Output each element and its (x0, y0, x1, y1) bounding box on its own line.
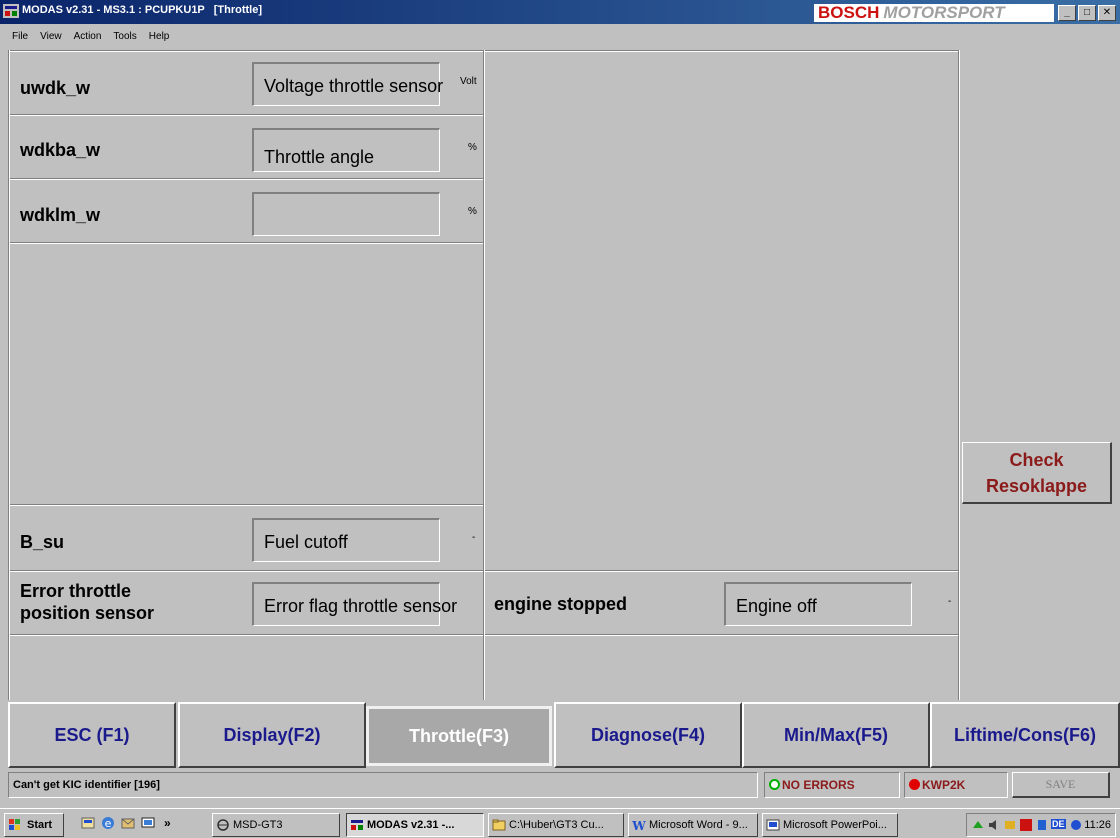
red-status-icon (909, 779, 920, 790)
value-field-uwdk-w: Voltage throttle sensor (252, 62, 443, 106)
system-tray: DE 11:26 (966, 813, 1116, 837)
status-message: Can't get KIC identifier [196] (8, 772, 758, 798)
var-label-line: Error throttle (20, 581, 132, 601)
tray-antivirus-icon[interactable] (1019, 818, 1033, 832)
show-desktop-icon[interactable] (80, 815, 96, 831)
tray-app-icon[interactable] (971, 818, 985, 832)
unit-engine-stopped: - (948, 596, 952, 607)
error-status: NO ERRORS (764, 772, 900, 798)
quick-launch-chevron[interactable]: » (164, 815, 171, 835)
taskbar-item-label: MODAS v2.31 -... (367, 819, 455, 831)
unit-wdkba-w: % (468, 142, 477, 153)
var-label-line: position sensor (20, 603, 155, 623)
modas-app-icon (351, 820, 363, 830)
internet-explorer-icon[interactable]: e (100, 815, 116, 831)
network-icon (217, 819, 229, 831)
tray-network-icon[interactable] (1003, 818, 1017, 832)
word-icon: W (632, 819, 646, 832)
divider (8, 504, 484, 506)
var-label-engine-stopped: engine stopped (494, 594, 628, 614)
desktop-icon[interactable] (140, 815, 156, 831)
taskbar-item-label: Microsoft Word - 9... (649, 819, 748, 831)
menu-help[interactable]: Help (149, 28, 170, 46)
menu-file[interactable]: File (12, 28, 28, 46)
taskbar-item-label: Microsoft PowerPoi... (783, 819, 887, 831)
menu-view[interactable]: View (40, 28, 62, 46)
divider (8, 178, 484, 180)
taskbar-item-label: MSD-GT3 (233, 819, 283, 831)
close-button[interactable]: ✕ (1098, 5, 1116, 21)
title-bar[interactable]: MODAS v2.31 - MS3.1 : PCUPKU1P [Throttle… (0, 0, 1120, 24)
windows-logo-icon (9, 819, 20, 830)
value-field-engine-off: Engine off (724, 582, 912, 626)
divider (8, 50, 10, 700)
value-field-b-su: Fuel cutoff (252, 518, 440, 562)
taskbar-item-word[interactable]: W Microsoft Word - 9... (628, 813, 758, 837)
minimize-button[interactable]: _ (1058, 5, 1076, 21)
status-bar: Can't get KIC identifier [196] NO ERRORS… (8, 770, 1112, 800)
check-button-line: Check (1009, 450, 1064, 470)
check-resoklappe-button[interactable]: Check Resoklappe (962, 442, 1112, 504)
outlook-icon[interactable] (120, 815, 136, 831)
display-f2-button[interactable]: Display(F2) (178, 702, 366, 768)
app-icon (3, 4, 19, 18)
esc-f1-button[interactable]: ESC (F1) (8, 702, 176, 768)
brand-motorsport: MOTORSPORT (883, 3, 1005, 22)
taskbar-item-modas[interactable]: MODAS v2.31 -... (346, 813, 484, 837)
var-label-uwdk-w: uwdk_w (20, 78, 91, 98)
svg-text:e: e (105, 817, 112, 830)
taskbar-item-msd-gt3[interactable]: MSD-GT3 (212, 813, 340, 837)
taskbar-item-powerpoint[interactable]: Microsoft PowerPoi... (762, 813, 898, 837)
powerpoint-icon (766, 819, 780, 831)
unit-uwdk-w: Volt (460, 76, 477, 87)
window-title: MODAS v2.31 - MS3.1 : PCUPKU1P [Throttle… (22, 4, 263, 16)
volume-icon[interactable] (987, 818, 1001, 832)
taskbar-item-label: C:\Huber\GT3 Cu... (509, 819, 604, 831)
green-status-icon (769, 779, 780, 790)
value-field-wdkba-w: Throttle angle (252, 128, 440, 172)
start-label: Start (27, 819, 53, 831)
quick-launch: e » (80, 815, 171, 835)
throttle-f3-button[interactable]: Throttle(F3) (366, 706, 552, 766)
save-button[interactable]: SAVE (1012, 772, 1110, 798)
keyboard-language-indicator[interactable]: DE (1051, 819, 1066, 829)
var-label-wdklm-w: wdklm_w (20, 205, 101, 225)
var-label-b-su: B_su (20, 532, 65, 552)
check-button-line: Resoklappe (985, 476, 1088, 496)
tray-shield-icon[interactable] (1069, 818, 1083, 832)
function-key-bar: ESC (F1) Display(F2) Throttle(F3) Diagno… (8, 702, 1120, 768)
folder-icon (492, 819, 506, 831)
taskbar-clock[interactable]: 11:26 (1084, 819, 1111, 831)
var-label-error-throttle-position-sensor: Error throttle position sensor (20, 580, 154, 624)
tray-usb-icon[interactable] (1035, 818, 1049, 832)
start-button[interactable]: Start (4, 813, 64, 837)
divider (958, 50, 960, 700)
diagnose-f4-button[interactable]: Diagnose(F4) (554, 702, 742, 768)
bosch-motorsport-logo: BOSCH MOTORSPORT (814, 4, 1054, 22)
menu-action[interactable]: Action (74, 28, 102, 46)
minmax-f5-button[interactable]: Min/Max(F5) (742, 702, 930, 768)
value-field-wdklm-w (252, 192, 440, 236)
lifetime-cons-f6-button[interactable]: Liftime/Cons(F6) (930, 702, 1120, 768)
value-field-error-flag-throttle-sensor: Error flag throttle sensor (252, 582, 457, 626)
modas-window: MODAS v2.31 - MS3.1 : PCUPKU1P [Throttle… (0, 0, 1120, 838)
svg-text:W: W (632, 819, 646, 832)
throttle-panel: uwdk_w Voltage throttle sensor Volt wdkb… (8, 50, 1120, 700)
unit-wdklm-w: % (468, 206, 477, 217)
divider (8, 114, 484, 116)
protocol-status-text: KWP2K (922, 778, 966, 792)
menu-tools[interactable]: Tools (113, 28, 136, 46)
protocol-status: KWP2K (904, 772, 1008, 798)
maximize-button[interactable]: □ (1078, 5, 1096, 21)
divider (483, 50, 485, 700)
unit-b-su: - (472, 532, 476, 543)
var-label-wdkba-w: wdkba_w (20, 140, 101, 160)
taskbar-item-explorer[interactable]: C:\Huber\GT3 Cu... (488, 813, 624, 837)
error-status-text: NO ERRORS (782, 778, 855, 792)
windows-taskbar: Start e » MSD-GT3 MODAS v2.31 -... C:\Hu… (0, 808, 1120, 838)
brand-bosch: BOSCH (818, 3, 880, 22)
divider (8, 242, 484, 244)
menu-bar: File View Action Tools Help (0, 28, 169, 46)
